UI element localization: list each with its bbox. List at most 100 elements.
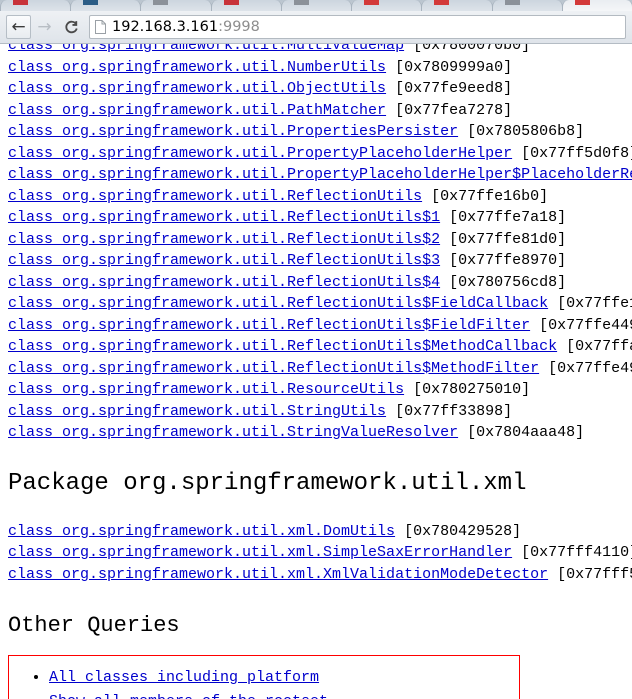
- browser-tab[interactable]: [0, 0, 71, 11]
- class-address: [0x77ffe7a18]: [440, 209, 566, 226]
- class-link[interactable]: class org.springframework.util.Reflectio…: [8, 360, 539, 377]
- back-button[interactable]: ←: [6, 15, 31, 39]
- class-link[interactable]: class org.springframework.util.Reflectio…: [8, 188, 422, 205]
- tab-strip: [0, 0, 632, 11]
- class-address: [0x77ffe1bc0]: [548, 295, 632, 312]
- class-address: [0x77ffe16b0]: [422, 188, 548, 205]
- class-link[interactable]: class org.springframework.util.MultiValu…: [8, 44, 404, 54]
- tab-favicon-icon: [294, 0, 309, 5]
- browser-tab[interactable]: [492, 0, 563, 11]
- xml-class-link[interactable]: class org.springframework.util.xml.DomUt…: [8, 523, 395, 540]
- forward-button[interactable]: →: [31, 14, 58, 40]
- page-content: class org.springframework.util.MultiValu…: [8, 44, 632, 699]
- browser-tab[interactable]: [351, 0, 422, 11]
- class-address: [0x77ff5d0f8]: [512, 145, 632, 162]
- other-query-item: All classes including platform: [49, 666, 519, 690]
- browser-toolbar: ← → 192.168.3.161:9998: [0, 11, 632, 44]
- class-address: [0x77ffe81d0]: [440, 231, 566, 248]
- class-link[interactable]: class org.springframework.util.Reflectio…: [8, 231, 440, 248]
- class-row: class org.springframework.util.Reflectio…: [8, 250, 632, 272]
- tab-favicon-icon: [153, 0, 168, 5]
- class-link[interactable]: class org.springframework.util.PropertyP…: [8, 145, 512, 162]
- tab-favicon-icon: [83, 0, 98, 5]
- class-address: [0x7805806b8]: [458, 123, 584, 140]
- class-row: class org.springframework.util.StringVal…: [8, 422, 632, 444]
- class-link[interactable]: class org.springframework.util.Reflectio…: [8, 209, 440, 226]
- class-row: class org.springframework.util.StringUti…: [8, 401, 632, 423]
- class-address: [0x7809999a0]: [386, 59, 512, 76]
- browser-tab[interactable]: [421, 0, 492, 11]
- other-queries-heading: Other Queries: [8, 612, 632, 640]
- browser-tab[interactable]: [281, 0, 352, 11]
- xml-class-address: [0x77fff4110]: [512, 544, 632, 561]
- xml-class-link[interactable]: class org.springframework.util.xml.XmlVa…: [8, 566, 548, 583]
- forward-arrow-icon: →: [37, 19, 51, 36]
- other-query-item: Show all members of the rootset: [49, 690, 519, 699]
- class-address: [0x77ffe8970]: [440, 252, 566, 269]
- class-address: [0x77ff33898]: [386, 403, 512, 420]
- address-bar-port: :9998: [218, 19, 260, 35]
- class-row: class org.springframework.util.Reflectio…: [8, 207, 632, 229]
- other-query-link[interactable]: Show all members of the rootset: [49, 693, 328, 699]
- class-address: [0x77fe9eed8]: [386, 80, 512, 97]
- class-address: [0x77ffe4920]: [539, 360, 632, 377]
- class-row: class org.springframework.util.Reflectio…: [8, 293, 632, 315]
- package-heading: Package org.springframework.util.xml: [8, 469, 632, 499]
- class-link[interactable]: class org.springframework.util.NumberUti…: [8, 59, 386, 76]
- back-arrow-icon: ←: [11, 19, 25, 36]
- class-row: class org.springframework.util.PropertyP…: [8, 143, 632, 165]
- class-row: class org.springframework.util.PropertyP…: [8, 164, 632, 186]
- page-document-icon: [95, 20, 106, 34]
- tab-favicon-icon: [13, 0, 28, 5]
- xml-class-link[interactable]: class org.springframework.util.xml.Simpl…: [8, 544, 512, 561]
- class-row: class org.springframework.util.MultiValu…: [8, 44, 632, 57]
- other-queries-list: All classes including platform Show all m…: [9, 666, 519, 699]
- xml-class-row: class org.springframework.util.xml.DomUt…: [8, 521, 632, 543]
- tab-favicon-icon: [434, 0, 449, 5]
- class-row: class org.springframework.util.Reflectio…: [8, 336, 632, 358]
- class-address: [0x780275010]: [404, 381, 530, 398]
- xml-class-row: class org.springframework.util.xml.Simpl…: [8, 542, 632, 564]
- class-link[interactable]: class org.springframework.util.Reflectio…: [8, 338, 557, 355]
- other-query-link[interactable]: All classes including platform: [49, 669, 319, 686]
- browser-tab[interactable]: [70, 0, 141, 11]
- class-link[interactable]: class org.springframework.util.Reflectio…: [8, 274, 440, 291]
- class-address: [0x77ffe4490]: [530, 317, 632, 334]
- class-link[interactable]: class org.springframework.util.ResourceU…: [8, 381, 404, 398]
- address-bar-host: 192.168.3.161: [112, 19, 218, 35]
- class-link[interactable]: class org.springframework.util.StringVal…: [8, 424, 458, 441]
- class-link[interactable]: class org.springframework.util.StringUti…: [8, 403, 386, 420]
- xml-class-row: class org.springframework.util.xml.XmlVa…: [8, 564, 632, 586]
- class-link[interactable]: class org.springframework.util.Reflectio…: [8, 252, 440, 269]
- class-address: [0x780756cd8]: [440, 274, 566, 291]
- tab-favicon-icon: [224, 0, 239, 5]
- class-address: [0x77ffa4128]: [557, 338, 632, 355]
- util-class-list: class org.springframework.util.MultiValu…: [8, 44, 632, 444]
- reload-button[interactable]: [58, 14, 85, 40]
- address-bar[interactable]: 192.168.3.161:9998: [89, 15, 626, 39]
- class-row: class org.springframework.util.Reflectio…: [8, 315, 632, 337]
- class-row: class org.springframework.util.Reflectio…: [8, 358, 632, 380]
- class-link[interactable]: class org.springframework.util.Reflectio…: [8, 317, 530, 334]
- class-row: class org.springframework.util.Propertie…: [8, 121, 632, 143]
- class-row: class org.springframework.util.PathMatch…: [8, 100, 632, 122]
- other-queries-box: All classes including platform Show all m…: [8, 655, 520, 699]
- class-row: class org.springframework.util.NumberUti…: [8, 57, 632, 79]
- browser-tab[interactable]: [211, 0, 282, 11]
- browser-tab[interactable]: [562, 0, 632, 11]
- reload-icon: [64, 19, 79, 36]
- class-address: [0x7804aaa48]: [458, 424, 584, 441]
- browser-tab[interactable]: [140, 0, 211, 11]
- class-link[interactable]: class org.springframework.util.Propertie…: [8, 123, 458, 140]
- tab-favicon-icon: [505, 0, 520, 5]
- page-viewport: class org.springframework.util.MultiValu…: [0, 44, 632, 699]
- class-link[interactable]: class org.springframework.util.PathMatch…: [8, 102, 386, 119]
- tab-favicon-icon: [575, 0, 590, 5]
- browser-chrome: ← → 192.168.3.161:9998: [0, 0, 632, 44]
- class-row: class org.springframework.util.Reflectio…: [8, 186, 632, 208]
- class-link[interactable]: class org.springframework.util.ObjectUti…: [8, 80, 386, 97]
- class-link[interactable]: class org.springframework.util.PropertyP…: [8, 166, 632, 183]
- class-link[interactable]: class org.springframework.util.Reflectio…: [8, 295, 548, 312]
- class-row: class org.springframework.util.Reflectio…: [8, 229, 632, 251]
- xml-class-list: class org.springframework.util.xml.DomUt…: [8, 521, 632, 586]
